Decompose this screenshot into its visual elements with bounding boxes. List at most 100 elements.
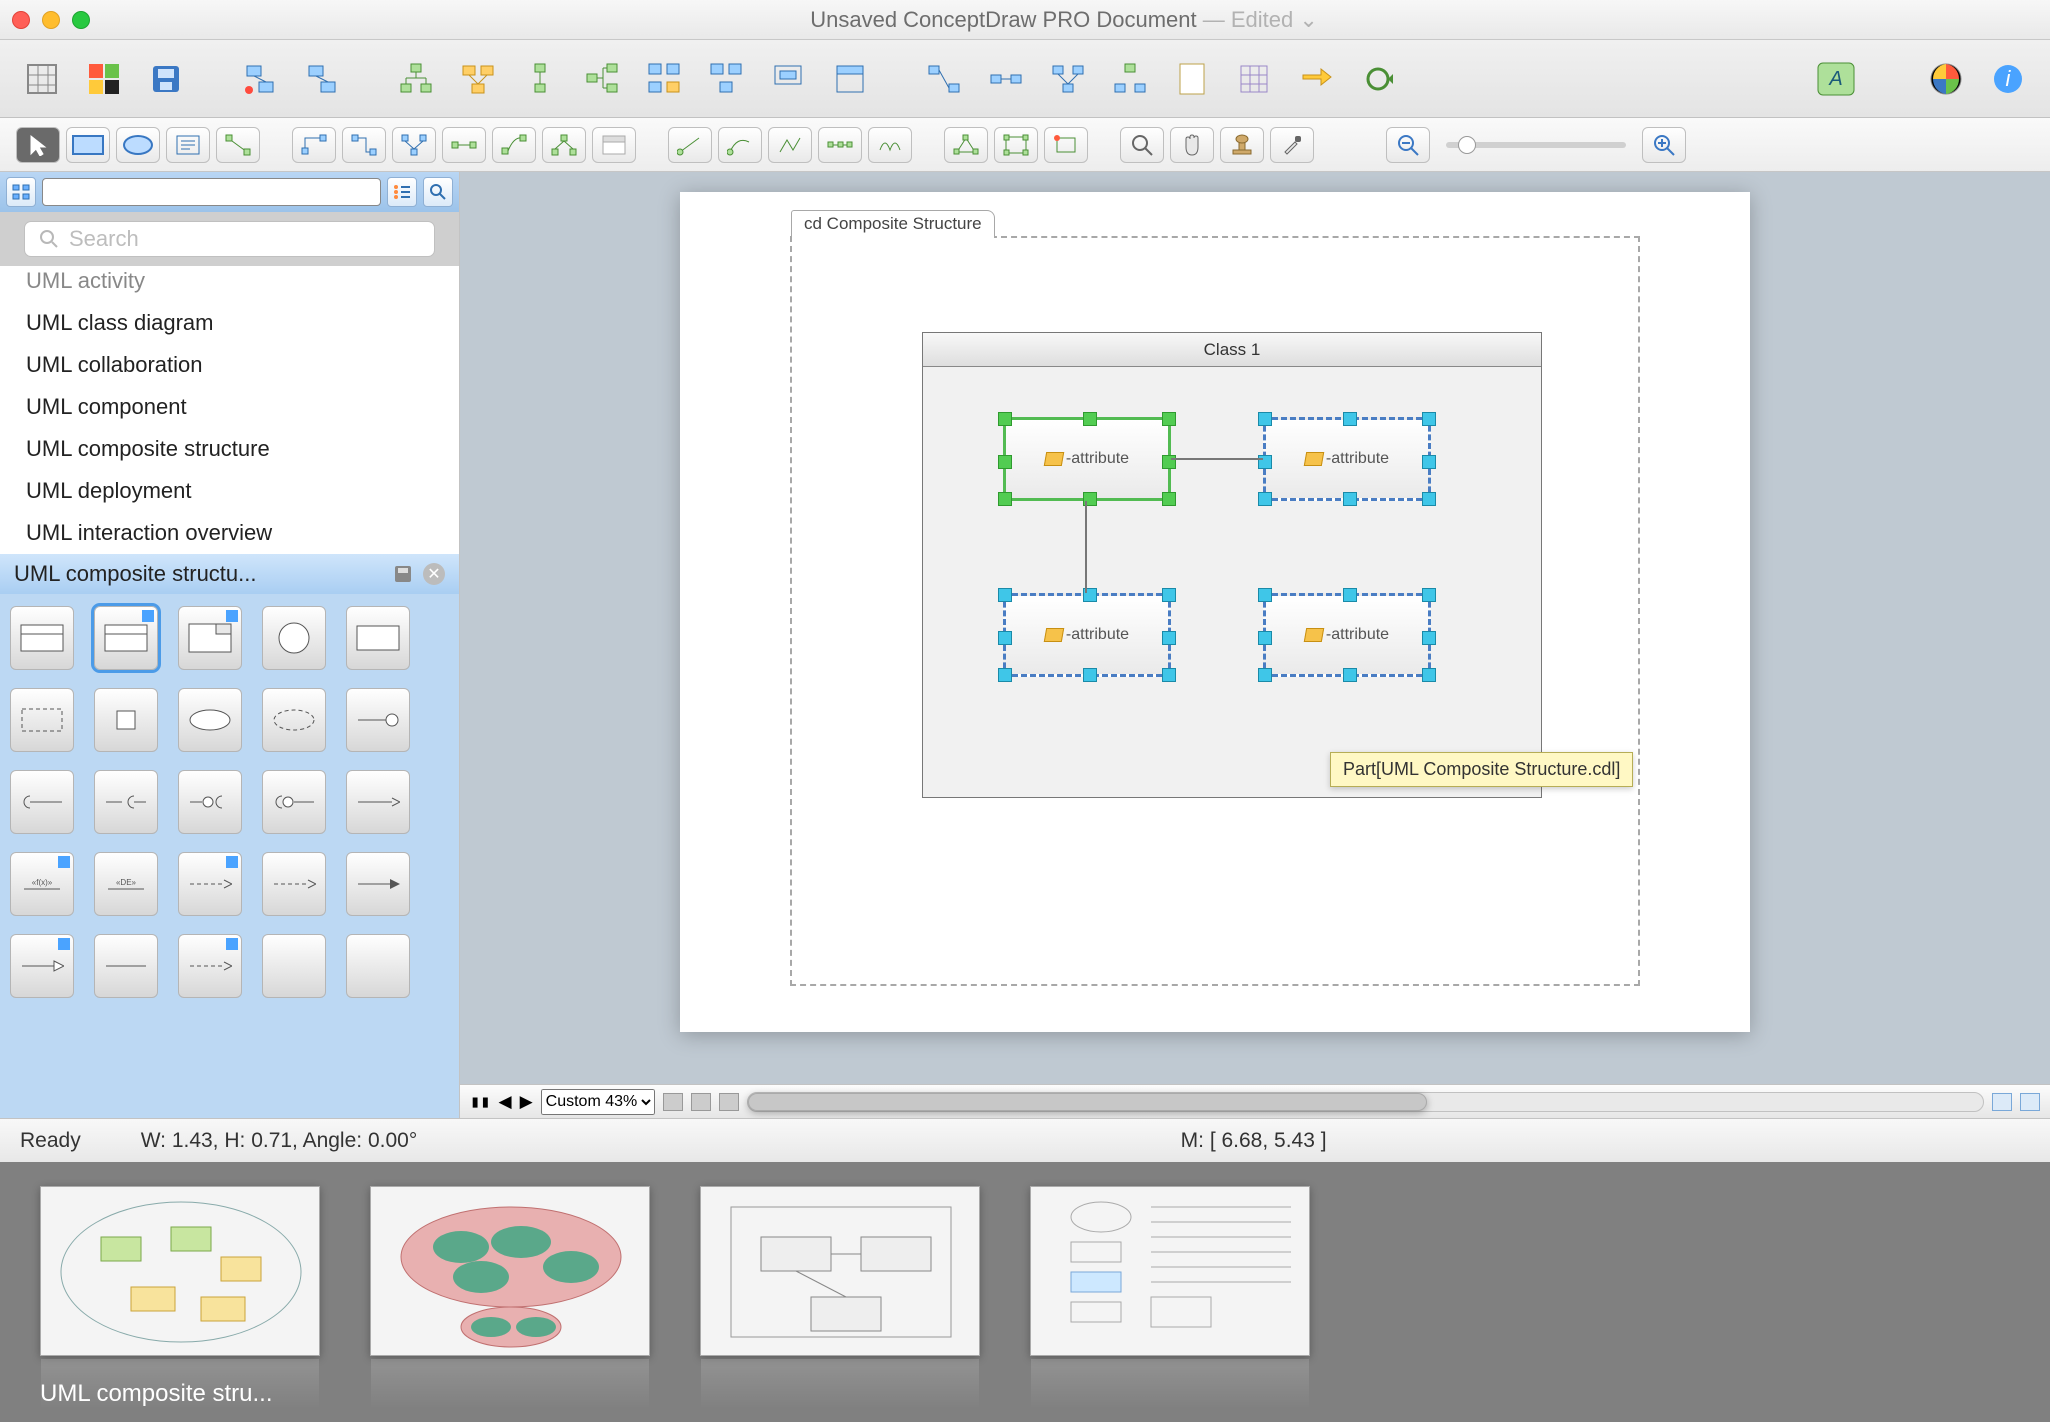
layout-1-button[interactable] [642, 57, 686, 101]
shape-extra-1[interactable] [262, 934, 326, 998]
diagram-frame[interactable]: cd Composite Structure Class 1 -attribut… [790, 236, 1640, 986]
fit-width-icon[interactable] [1992, 1093, 2012, 1111]
pointer-tool[interactable] [16, 127, 60, 163]
shape-extra-2[interactable] [346, 934, 410, 998]
shape-dashed-ellipse[interactable] [262, 688, 326, 752]
sidebar-list-icon[interactable] [387, 177, 417, 207]
template-thumbnail-2[interactable] [370, 1186, 650, 1356]
shape-socket-mid[interactable] [94, 770, 158, 834]
connector-6-tool[interactable] [542, 127, 586, 163]
zoom-level-select[interactable]: Custom 43% [541, 1089, 655, 1115]
conn-3-button[interactable] [1046, 57, 1090, 101]
ellipse-tool[interactable] [116, 127, 160, 163]
tree-1-button[interactable] [394, 57, 438, 101]
shape-dashed-arrow[interactable] [178, 852, 242, 916]
zoom-in-button[interactable] [1642, 127, 1686, 163]
shape-circle[interactable] [262, 606, 326, 670]
color-wheel-button[interactable] [1924, 57, 1968, 101]
connector-4-tool[interactable] [442, 127, 486, 163]
swap-button[interactable] [1294, 57, 1338, 101]
category-item[interactable]: UML interaction overview [0, 512, 459, 554]
canvas-area[interactable]: cd Composite Structure Class 1 -attribut… [460, 172, 2050, 1118]
text-style-button[interactable]: A [1814, 57, 1858, 101]
curve-2-tool[interactable] [718, 127, 762, 163]
grid-button[interactable] [1232, 57, 1276, 101]
save-library-icon[interactable] [393, 564, 413, 584]
shape-edit-3-tool[interactable] [1044, 127, 1088, 163]
shape-socket-left[interactable] [10, 770, 74, 834]
curve-4-tool[interactable] [818, 127, 862, 163]
shape-lollipop[interactable] [346, 688, 410, 752]
close-library-icon[interactable]: ✕ [423, 563, 445, 585]
shape-rect[interactable] [346, 606, 410, 670]
category-item[interactable]: UML composite structure [0, 428, 459, 470]
part-bottom-right[interactable]: -attribute [1263, 593, 1431, 677]
info-button[interactable]: i [1986, 57, 2030, 101]
layout-2-button[interactable] [704, 57, 748, 101]
category-item[interactable]: UML deployment [0, 470, 459, 512]
zoom-tool[interactable] [1120, 127, 1164, 163]
node-link-button[interactable] [300, 57, 344, 101]
shape-class[interactable] [10, 606, 74, 670]
sidebar-search-box[interactable]: Search [24, 221, 435, 257]
node-add-button[interactable] [238, 57, 282, 101]
part-top-right[interactable]: -attribute [1263, 417, 1431, 501]
template-thumbnail-1[interactable] [40, 1186, 320, 1356]
template-thumbnail-3[interactable] [700, 1186, 980, 1356]
shape-ball-socket[interactable] [178, 770, 242, 834]
shape-arrow[interactable] [346, 770, 410, 834]
connector-7-tool[interactable] [592, 127, 636, 163]
library-title-bar[interactable]: UML composite structu... ✕ [0, 554, 459, 594]
category-item[interactable]: UML class diagram [0, 302, 459, 344]
layout-3-button[interactable] [766, 57, 810, 101]
stamp-tool[interactable] [1220, 127, 1264, 163]
sidebar-filter-input[interactable] [42, 178, 381, 206]
maximize-window-button[interactable] [72, 11, 90, 29]
curve-1-tool[interactable] [668, 127, 712, 163]
text-tool[interactable] [166, 127, 210, 163]
sidebar-tree-icon[interactable] [6, 177, 36, 207]
view-mode-1[interactable] [663, 1093, 683, 1111]
shape-dashed-arrow-2[interactable] [262, 852, 326, 916]
template-thumbnail-4[interactable] [1030, 1186, 1310, 1356]
rectangle-tool[interactable] [66, 127, 110, 163]
shape-part[interactable] [94, 606, 158, 670]
class-container[interactable]: Class 1 -attribute -attribute [922, 332, 1542, 798]
page-button[interactable] [1170, 57, 1214, 101]
connector-2-tool[interactable] [342, 127, 386, 163]
shape-arrow-filled[interactable] [346, 852, 410, 916]
line-tool[interactable] [216, 127, 260, 163]
zoom-slider-knob[interactable] [1458, 136, 1476, 154]
shape-dashed-rect[interactable] [10, 688, 74, 752]
prev-page-button[interactable]: ◀ [498, 1092, 511, 1112]
shape-edit-2-tool[interactable] [994, 127, 1038, 163]
conn-2-button[interactable] [984, 57, 1028, 101]
pause-icon[interactable]: ▮▮ [470, 1092, 490, 1112]
save-button[interactable] [144, 57, 188, 101]
part-bottom-left[interactable]: -attribute [1003, 593, 1171, 677]
shape-edit-1-tool[interactable] [944, 127, 988, 163]
color-palette-button[interactable] [82, 57, 126, 101]
conn-1-button[interactable] [922, 57, 966, 101]
shape-ball-socket-2[interactable] [262, 770, 326, 834]
connector-5-tool[interactable] [492, 127, 536, 163]
shape-flow-label[interactable]: «f(x)» [10, 852, 74, 916]
shape-window[interactable] [178, 606, 242, 670]
conn-4-button[interactable] [1108, 57, 1152, 101]
category-item[interactable]: UML component [0, 386, 459, 428]
eyedropper-tool[interactable] [1270, 127, 1314, 163]
view-mode-2[interactable] [691, 1093, 711, 1111]
tree-2-button[interactable] [456, 57, 500, 101]
shape-dashed-line-arrow[interactable] [178, 934, 242, 998]
curve-3-tool[interactable] [768, 127, 812, 163]
shape-line-plain[interactable] [94, 934, 158, 998]
tree-3-button[interactable] [518, 57, 562, 101]
document-page[interactable]: cd Composite Structure Class 1 -attribut… [680, 192, 1750, 1032]
shape-ellipse[interactable] [178, 688, 242, 752]
connector-h-top[interactable] [1171, 458, 1263, 460]
curve-5-tool[interactable] [868, 127, 912, 163]
close-window-button[interactable] [12, 11, 30, 29]
zoom-out-button[interactable] [1386, 127, 1430, 163]
sidebar-search-icon[interactable] [423, 177, 453, 207]
layout-4-button[interactable] [828, 57, 872, 101]
